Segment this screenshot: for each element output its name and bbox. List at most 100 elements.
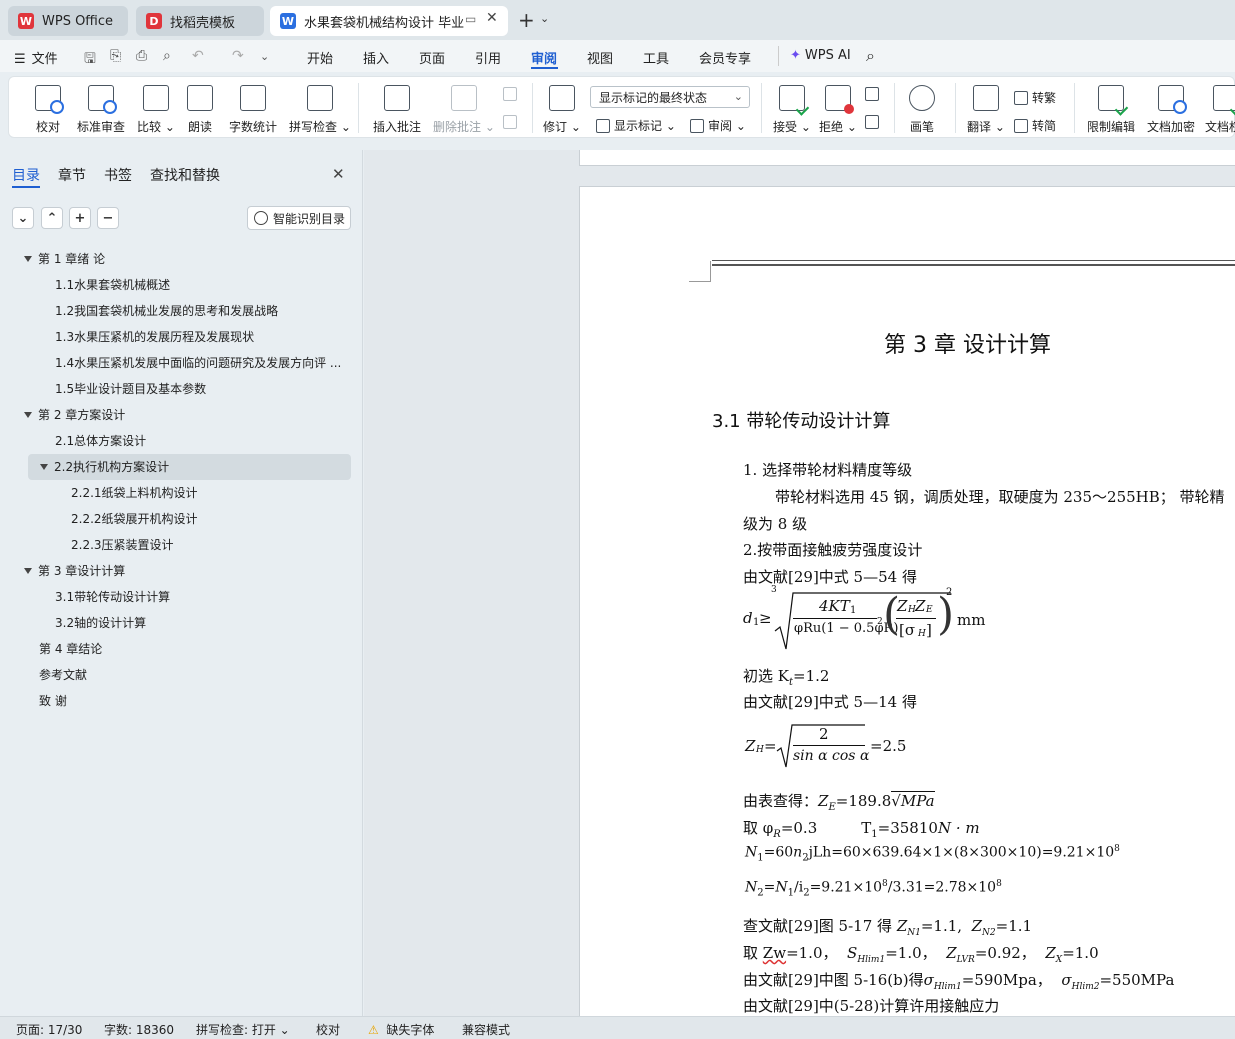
word-count-indicator[interactable]: 字数: 18360: [104, 1021, 174, 1038]
paragraph: 由表查得：ZE=189.8√MPa: [743, 791, 935, 813]
save-icon[interactable]: 🖫: [84, 48, 96, 72]
word-count-button[interactable]: 字数统计: [229, 85, 277, 135]
toc-item[interactable]: 2.2.2纸袋展开机构设计: [71, 506, 198, 532]
header-rule-thick: [712, 264, 1235, 266]
reject-icon: [824, 85, 854, 114]
menu-review[interactable]: 审阅: [531, 48, 557, 67]
smart-toc-button[interactable]: 智能识别目录: [247, 206, 351, 230]
menu-insert[interactable]: 插入: [363, 48, 389, 67]
print-preview-icon[interactable]: ⌕: [163, 48, 171, 64]
revise-button[interactable]: 修订 ⌄: [543, 85, 581, 135]
read-aloud-icon: [187, 85, 213, 111]
tab-toc[interactable]: 目录: [12, 165, 40, 185]
next-comment-icon[interactable]: [503, 115, 521, 132]
previous-change-icon[interactable]: [865, 87, 883, 104]
toc-item[interactable]: 1.2我国套袋机械业发展的思考和发展战略: [55, 298, 278, 324]
pen-icon: [909, 85, 935, 111]
print-icon[interactable]: ⎙: [136, 48, 147, 64]
toc-item[interactable]: 1.1水果套袋机械概述: [55, 272, 170, 298]
translate-label: 翻译 ⌄: [967, 120, 1005, 134]
menu-file[interactable]: ☰ 文件: [14, 48, 58, 67]
close-tab-icon[interactable]: ✕: [486, 10, 498, 26]
tab-wps-office[interactable]: W WPS Office: [8, 6, 128, 36]
next-change-icon[interactable]: [865, 115, 883, 132]
spell-check-toggle[interactable]: 拼写检查: 打开 ⌄: [196, 1021, 290, 1038]
toc-item[interactable]: 3.2轴的设计计算: [55, 610, 146, 636]
undo-icon[interactable]: ↶: [192, 48, 204, 64]
toc-item-selected[interactable]: 2.2执行机构方案设计: [28, 454, 351, 480]
menu-tools[interactable]: 工具: [643, 48, 669, 67]
show-markup-button[interactable]: 显示标记 ⌄: [596, 117, 676, 134]
wps-ai-button[interactable]: ✦ WPS AI: [790, 48, 851, 63]
document-page[interactable]: 第 3 章 设计计算 3.1 带轮传动设计计算 1. 选择带轮材料精度等级 带轮…: [579, 186, 1235, 1016]
margin-mark: [689, 281, 711, 282]
chevron-down-icon[interactable]: ⌄: [540, 12, 549, 25]
missing-font-indicator[interactable]: ⚠ 缺失字体: [368, 1021, 434, 1038]
expand-all-button[interactable]: ⌄: [12, 207, 34, 229]
tab-find-replace[interactable]: 查找和替换: [150, 165, 220, 185]
standard-review-button[interactable]: 标准审查: [77, 85, 125, 135]
menu-page[interactable]: 页面: [419, 48, 445, 67]
delete-comment-button[interactable]: 删除批注 ⌄: [433, 85, 495, 135]
export-icon[interactable]: ⎘: [110, 48, 121, 64]
toc-item[interactable]: 致 谢: [39, 688, 67, 714]
expand-triangle-icon: [24, 256, 32, 262]
toc-item[interactable]: 参考文献: [39, 662, 87, 688]
page-indicator[interactable]: 页面: 17/30: [16, 1021, 82, 1038]
review-pane-icon: [690, 118, 704, 133]
insert-comment-button[interactable]: 插入批注: [373, 85, 421, 135]
toc-item[interactable]: 1.5毕业设计题目及基本参数: [55, 376, 206, 402]
to-simplified-button[interactable]: 转简: [1014, 117, 1056, 134]
menu-home[interactable]: 开始: [307, 48, 333, 67]
toc-item[interactable]: 3.1带轮传动设计计算: [55, 584, 170, 610]
toc-item[interactable]: 第 2 章方案设计: [24, 402, 125, 428]
toc-item[interactable]: 1.3水果压紧机的发展历程及发展现状: [55, 324, 254, 350]
search-icon[interactable]: ⌕: [866, 46, 875, 66]
translate-button[interactable]: 翻译 ⌄: [967, 85, 1005, 135]
previous-comment-icon[interactable]: [503, 87, 521, 104]
remove-heading-button[interactable]: −: [97, 207, 119, 229]
menu-member[interactable]: 会员专享: [699, 48, 751, 67]
toc-item[interactable]: 第 3 章设计计算: [24, 558, 125, 584]
tab-document[interactable]: W 水果套袋机械结构设计 毕业 ▭ ✕: [270, 6, 508, 36]
restrict-edit-button[interactable]: 限制编辑: [1087, 85, 1135, 135]
add-heading-button[interactable]: +: [69, 207, 91, 229]
toc-item[interactable]: 2.2.3压紧装置设计: [71, 532, 174, 558]
reject-button[interactable]: 拒绝 ⌄: [819, 85, 857, 135]
insert-comment-label: 插入批注: [373, 120, 422, 134]
tab-docer-templates[interactable]: D 找稻壳模板: [136, 6, 264, 36]
tab-bookmarks[interactable]: 书签: [104, 165, 132, 185]
review-pane-button[interactable]: 审阅 ⌄: [690, 117, 746, 134]
accept-icon: [778, 85, 805, 111]
compat-mode-indicator[interactable]: 兼容模式: [462, 1021, 510, 1038]
menu-references[interactable]: 引用: [475, 48, 501, 67]
collapse-all-button[interactable]: ⌃: [41, 207, 63, 229]
redo-icon[interactable]: ↷: [232, 48, 244, 64]
proofread-button[interactable]: 校对: [35, 85, 64, 135]
tab-chapters[interactable]: 章节: [58, 165, 86, 185]
tab-label: 找稻壳模板: [170, 15, 236, 31]
read-aloud-button[interactable]: 朗读: [187, 85, 213, 135]
doc-encrypt-button[interactable]: 文档加密: [1147, 85, 1195, 135]
toc-item[interactable]: 第 4 章结论: [39, 636, 102, 662]
toc-item[interactable]: 第 1 章绪 论: [24, 246, 105, 272]
close-pane-icon[interactable]: ✕: [332, 165, 345, 183]
doc-permission-button[interactable]: 文档权: [1205, 85, 1235, 135]
pen-button[interactable]: 画笔: [909, 85, 935, 135]
to-traditional-button[interactable]: 转繁: [1014, 89, 1056, 106]
menu-view[interactable]: 视图: [587, 48, 613, 67]
toc-item[interactable]: 2.1总体方案设计: [55, 428, 146, 454]
new-tab-icon[interactable]: +: [518, 8, 535, 32]
toc-item[interactable]: 1.4水果压紧机发展中面临的问题研究及发展方向评 ...: [55, 350, 345, 376]
doc-encrypt-icon: [1158, 85, 1187, 114]
markup-display-select[interactable]: 显示标记的最终状态 ⌄: [590, 86, 750, 108]
screen-icon[interactable]: ▭: [465, 12, 476, 26]
proofread-label: 校对: [35, 120, 60, 134]
more-quick-access-icon[interactable]: ⌄: [260, 50, 269, 63]
toc-item[interactable]: 2.2.1纸袋上料机构设计: [71, 480, 198, 506]
proofread-status[interactable]: 校对: [316, 1021, 340, 1038]
compare-button[interactable]: 比较 ⌄: [137, 85, 175, 135]
spell-check-button[interactable]: 拼写检查 ⌄: [289, 85, 351, 135]
accept-button[interactable]: 接受 ⌄: [773, 85, 811, 135]
document-canvas[interactable]: 第 3 章 设计计算 3.1 带轮传动设计计算 1. 选择带轮材料精度等级 带轮…: [364, 150, 1235, 1016]
